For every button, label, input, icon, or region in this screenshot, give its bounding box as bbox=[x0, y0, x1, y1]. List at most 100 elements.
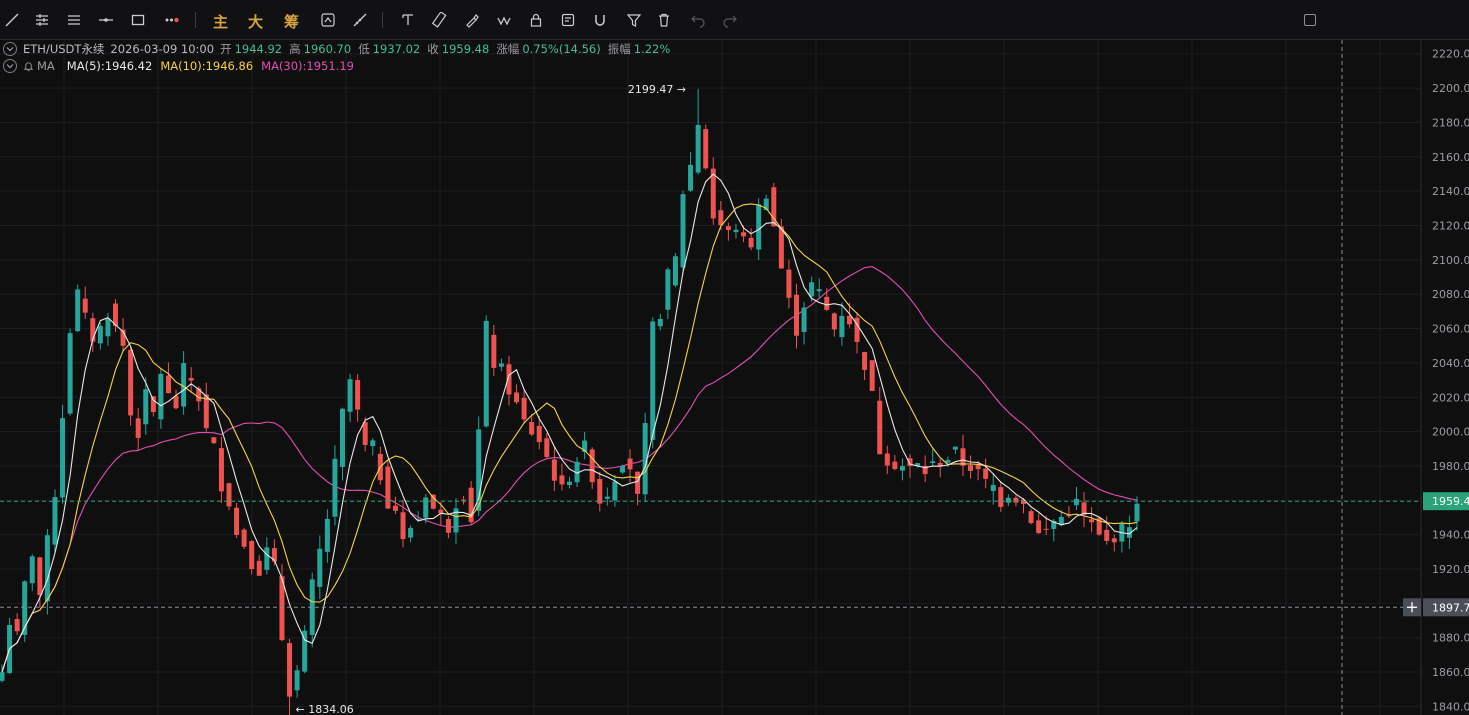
candle bbox=[1066, 506, 1072, 519]
candle-body bbox=[544, 438, 550, 457]
candle bbox=[521, 389, 527, 425]
collapse-icon[interactable] bbox=[3, 59, 17, 73]
candle bbox=[559, 463, 565, 491]
y-tick-label: 1880.00 bbox=[1432, 632, 1469, 645]
candle-body bbox=[831, 313, 837, 330]
candle bbox=[551, 446, 557, 492]
candle bbox=[188, 367, 194, 393]
candle bbox=[226, 482, 232, 511]
candle-body bbox=[287, 643, 293, 697]
candlestick-chart[interactable]: 2199.47 → ← 1834.06 2220.00 2200.00 2180.00… bbox=[0, 40, 1469, 715]
candle bbox=[362, 417, 368, 452]
main-indicator-button[interactable]: 主 bbox=[213, 11, 228, 32]
collapse-icon[interactable] bbox=[3, 42, 17, 56]
undo-icon[interactable] bbox=[686, 7, 710, 33]
candle bbox=[892, 455, 898, 471]
ruler-icon[interactable] bbox=[428, 7, 452, 33]
candle bbox=[1119, 521, 1125, 553]
trend-line-icon[interactable] bbox=[0, 7, 24, 33]
candle-body bbox=[824, 296, 830, 310]
candle bbox=[657, 313, 663, 331]
candle-body bbox=[869, 360, 875, 391]
candle bbox=[75, 284, 81, 333]
candle bbox=[332, 445, 338, 526]
candle-body bbox=[703, 129, 709, 169]
candle bbox=[22, 580, 28, 642]
text-tool-icon[interactable] bbox=[396, 7, 420, 33]
candle-body bbox=[211, 437, 217, 444]
candle bbox=[181, 351, 187, 415]
parallel-lines-icon[interactable] bbox=[62, 7, 86, 33]
y-tick-label: 1920.00 bbox=[1432, 563, 1469, 576]
candle-body bbox=[249, 541, 255, 569]
magnet-icon[interactable] bbox=[588, 7, 612, 33]
big-order-button[interactable]: 大 bbox=[248, 11, 263, 32]
lock-icon[interactable] bbox=[524, 7, 548, 33]
candle-body bbox=[0, 672, 5, 681]
candle bbox=[983, 458, 989, 489]
measure-icon[interactable] bbox=[348, 7, 372, 33]
candle bbox=[498, 358, 504, 372]
add-alert-icon[interactable] bbox=[1403, 598, 1421, 617]
candle-body bbox=[589, 449, 595, 483]
candle-body bbox=[128, 349, 134, 416]
candle bbox=[899, 458, 905, 481]
candle-body bbox=[756, 204, 762, 250]
sync-icon[interactable] bbox=[316, 7, 340, 33]
redo-icon[interactable] bbox=[718, 7, 742, 33]
rectangle-icon[interactable] bbox=[126, 7, 150, 33]
candle-body bbox=[332, 458, 338, 517]
open-value: 1944.92 bbox=[234, 42, 283, 56]
candle bbox=[302, 624, 308, 674]
candle bbox=[128, 346, 134, 426]
candle bbox=[665, 267, 671, 320]
candle-body bbox=[385, 466, 391, 509]
candle bbox=[937, 458, 943, 478]
template-icon[interactable] bbox=[556, 7, 580, 33]
candle bbox=[688, 151, 694, 192]
candle-body bbox=[241, 529, 247, 547]
filter-icon[interactable] bbox=[622, 7, 646, 33]
candle bbox=[930, 449, 936, 467]
bell-icon[interactable] bbox=[23, 61, 34, 72]
candle-body bbox=[218, 448, 224, 492]
candle bbox=[392, 496, 398, 514]
candle bbox=[324, 509, 330, 563]
candle-body bbox=[97, 325, 103, 344]
candle bbox=[703, 124, 709, 170]
candle-body bbox=[1073, 498, 1079, 506]
candle bbox=[839, 302, 845, 346]
candle-body bbox=[165, 375, 171, 394]
horizontal-ray-icon[interactable] bbox=[94, 7, 118, 33]
chip-distribution-button[interactable]: 筹 bbox=[284, 11, 299, 32]
ma-indicator-label[interactable]: MA bbox=[37, 59, 55, 73]
candle-body bbox=[680, 194, 686, 268]
candle-body bbox=[1028, 511, 1034, 524]
candle-body bbox=[786, 269, 792, 298]
window-toggle-icon[interactable] bbox=[1304, 14, 1316, 26]
amplitude-value: 1.22% bbox=[633, 42, 671, 56]
candles-layer bbox=[0, 89, 1140, 715]
candle-body bbox=[392, 505, 398, 511]
more-tools-icon[interactable] bbox=[160, 7, 184, 33]
candle bbox=[567, 476, 572, 489]
horizontal-lines-icon[interactable] bbox=[30, 7, 54, 33]
candle-body bbox=[445, 519, 451, 533]
trash-icon[interactable] bbox=[652, 7, 676, 33]
candle bbox=[218, 436, 224, 503]
candle bbox=[514, 384, 520, 405]
candle-body bbox=[75, 289, 81, 332]
chart-grid bbox=[0, 40, 1420, 715]
brush-icon[interactable] bbox=[460, 7, 484, 33]
candle-body bbox=[536, 426, 542, 443]
candle bbox=[211, 436, 217, 445]
candle bbox=[317, 535, 323, 600]
candle bbox=[97, 322, 103, 350]
ma10-value: MA(10):1946.86 bbox=[160, 59, 254, 73]
pattern-icon[interactable] bbox=[492, 7, 516, 33]
candle bbox=[1036, 513, 1042, 535]
candle-body bbox=[627, 458, 633, 470]
candle bbox=[619, 464, 625, 474]
candle-body bbox=[14, 618, 20, 632]
y-tick-label: 2040.00 bbox=[1432, 357, 1469, 370]
